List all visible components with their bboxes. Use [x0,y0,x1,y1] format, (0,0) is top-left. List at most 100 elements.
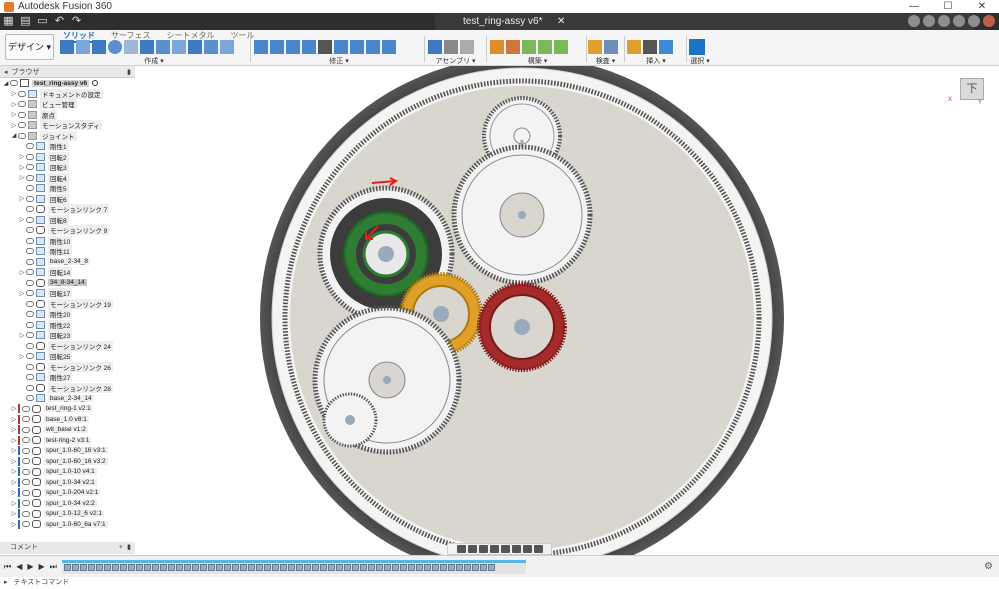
tree-item[interactable]: モーションリンク 7 [0,204,135,215]
add-comment-icon[interactable]: + [119,542,123,554]
timeline-feature-icon[interactable] [104,564,111,571]
timeline-start-icon[interactable]: ⏮ [4,562,11,572]
tree-item[interactable]: モーションリンク 19 [0,298,135,310]
tree-item[interactable]: ▷ base_1.0 v8:1 [0,414,135,425]
as-built-joint-icon[interactable] [460,40,474,54]
visibility-icon[interactable] [26,227,34,234]
timeline-feature-icon[interactable] [408,564,415,571]
insert-mesh-icon[interactable] [643,40,657,54]
visibility-icon[interactable] [26,321,34,328]
visibility-icon[interactable] [26,384,34,391]
timeline-feature-icon[interactable] [344,564,351,571]
visibility-icon[interactable] [26,164,34,171]
visibility-icon[interactable] [26,258,34,265]
tree-item[interactable]: ◢ ジョイント [0,130,135,142]
timeline-feature-icon[interactable] [160,564,167,571]
save-icon[interactable]: ▭ [36,15,49,28]
redo-icon[interactable]: ↷ [70,15,83,28]
timeline-feature-icon[interactable] [416,564,423,571]
timeline-feature-icon[interactable] [296,564,303,571]
tree-item[interactable]: ▷ spur_1.0-204 v2:1 [0,488,135,499]
offset-plane-icon[interactable] [490,40,504,54]
activate-radio-icon[interactable] [92,80,99,87]
timeline-feature-icon[interactable] [360,564,367,571]
expand-arrow-icon[interactable]: ◢ [2,80,10,87]
visibility-icon[interactable] [26,237,34,244]
orbit-icon[interactable] [456,545,466,553]
visibility-icon[interactable] [22,489,30,496]
timeline-feature-icon[interactable] [136,564,143,571]
fillet-icon[interactable] [270,40,284,54]
timeline-feature-icon[interactable] [248,564,255,571]
thread-icon[interactable] [204,40,218,54]
split-body-icon[interactable] [350,40,364,54]
press-pull-icon[interactable] [254,40,268,54]
viewcube[interactable]: 下 [960,78,984,100]
file-menu-icon[interactable]: ▤ [19,15,32,28]
tree-item[interactable]: 剛性27 [0,372,135,383]
expand-arrow-icon[interactable]: ▷ [10,479,18,486]
expand-arrow-icon[interactable]: ▷ [10,489,18,496]
expand-arrow-icon[interactable]: ▷ [18,353,26,360]
timeline-feature-icon[interactable] [272,564,279,571]
extensions-icon[interactable] [923,15,935,27]
timeline-feature-icon[interactable] [72,564,79,571]
timeline-feature-icon[interactable] [448,564,455,571]
visibility-icon[interactable] [26,216,34,223]
tree-item[interactable]: 剛性11 [0,246,135,257]
visibility-icon[interactable] [22,426,30,433]
timeline-feature-icon[interactable] [96,564,103,571]
tree-item[interactable]: ▷ ドキュメントの設定 [0,88,135,100]
timeline-feature-icon[interactable] [128,564,135,571]
visibility-icon[interactable] [26,185,34,192]
align-icon[interactable] [334,40,348,54]
tree-item[interactable]: ▷ spur_1.0-60_16 v3:1 [0,446,135,457]
tree-item[interactable]: 剛性1 [0,141,135,152]
visibility-icon[interactable] [26,342,34,349]
move-icon[interactable] [318,40,332,54]
timeline-feature-icon[interactable] [384,564,391,571]
timeline-play-icon[interactable]: ▶ [27,562,33,572]
timeline-feature-icon[interactable] [464,564,471,571]
tree-item[interactable]: ▷ 回転2 [0,151,135,163]
tree-item[interactable]: ▷ 回転4 [0,172,135,184]
visibility-icon[interactable] [22,447,30,454]
timeline-feature-icon[interactable] [88,564,95,571]
expand-arrow-icon[interactable]: ▷ [10,111,18,118]
viewport-canvas[interactable] [136,66,999,555]
timeline-feature-icon[interactable] [480,564,487,571]
expand-arrow-icon[interactable]: ▷ [10,521,18,528]
shell-icon[interactable] [302,40,316,54]
expand-arrow-icon[interactable]: ▷ [18,153,26,160]
visibility-icon[interactable] [26,363,34,370]
midplane-icon[interactable] [538,40,552,54]
timeline-feature-icon[interactable] [264,564,271,571]
tree-item[interactable]: ▷ test_ring-1 v2:1 [0,404,135,415]
tree-item[interactable]: ▷ spur_1.0-60_6a v7:1 [0,519,135,530]
timeline-feature-icon[interactable] [336,564,343,571]
visibility-icon[interactable] [26,395,34,402]
tree-item[interactable]: モーションリンク 28 [0,382,135,394]
group-insert-label[interactable]: 挿入 ▾ [627,56,685,66]
joint-icon[interactable] [444,40,458,54]
timeline-feature-icon[interactable] [304,564,311,571]
expand-arrow-icon[interactable]: ▷ [10,500,18,507]
visibility-icon[interactable] [26,153,34,160]
visibility-icon[interactable] [26,290,34,297]
create-sketch-icon[interactable] [76,40,90,54]
notifications-icon[interactable] [953,15,965,27]
timeline-feature-icon[interactable] [168,564,175,571]
timeline-forward-icon[interactable]: ▶ [39,562,45,572]
close-window-button[interactable]: ✕ [965,0,999,13]
look-at-icon[interactable] [467,545,477,553]
expand-arrow-icon[interactable]: ▷ [10,426,18,433]
timeline-back-icon[interactable]: ◀ [16,562,22,572]
visibility-icon[interactable] [26,195,34,202]
visibility-icon[interactable] [22,500,30,507]
tree-item[interactable]: ▷ 回転14 [0,267,135,278]
timeline-feature-icon[interactable] [232,564,239,571]
comment-pin-icon[interactable]: ▮ [127,542,131,554]
expand-arrow-icon[interactable]: ◢ [10,132,18,139]
expand-arrow-icon[interactable]: ▷ [10,416,18,423]
timeline-feature-icon[interactable] [440,564,447,571]
